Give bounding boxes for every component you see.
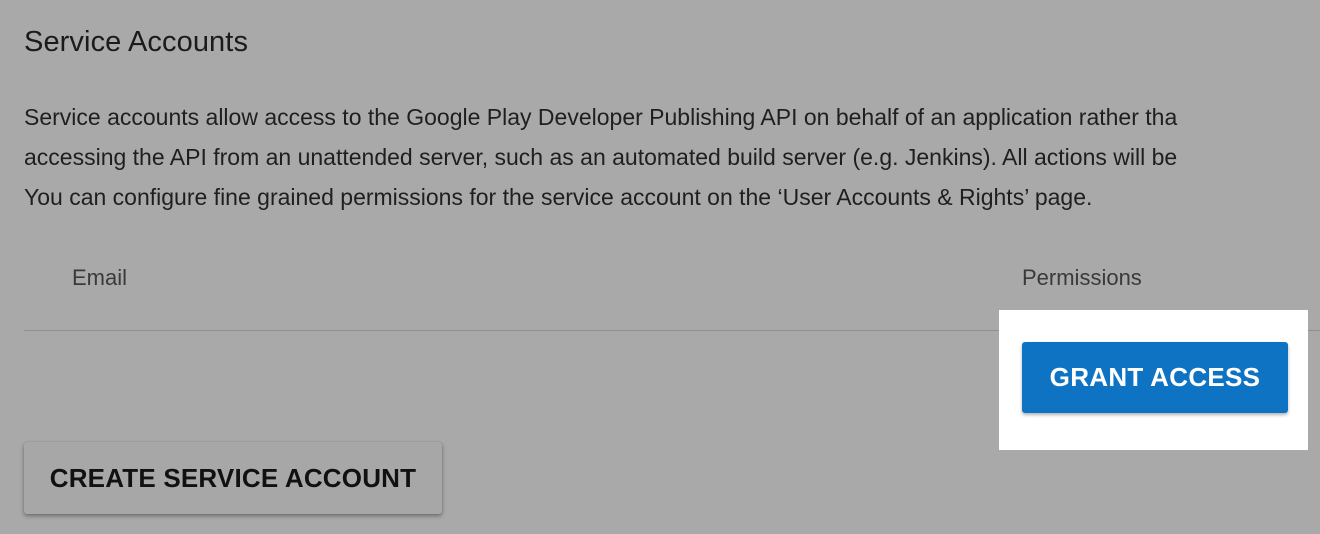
section-title: Service Accounts [24, 26, 249, 58]
column-header-permissions: Permissions [1022, 265, 1142, 290]
description-line: You can configure fine grained permissio… [24, 184, 1093, 210]
section-description: Service accounts allow access to the Goo… [24, 97, 1320, 217]
description-line: accessing the API from an unattended ser… [24, 144, 1178, 170]
create-service-account-button[interactable]: CREATE SERVICE ACCOUNT [24, 442, 442, 514]
column-header-email: Email [72, 265, 128, 290]
service-accounts-page: Service Accounts Service accounts allow … [0, 0, 1320, 534]
grant-access-button[interactable]: GRANT ACCESS [1022, 342, 1288, 413]
description-line: Service accounts allow access to the Goo… [24, 104, 1178, 130]
